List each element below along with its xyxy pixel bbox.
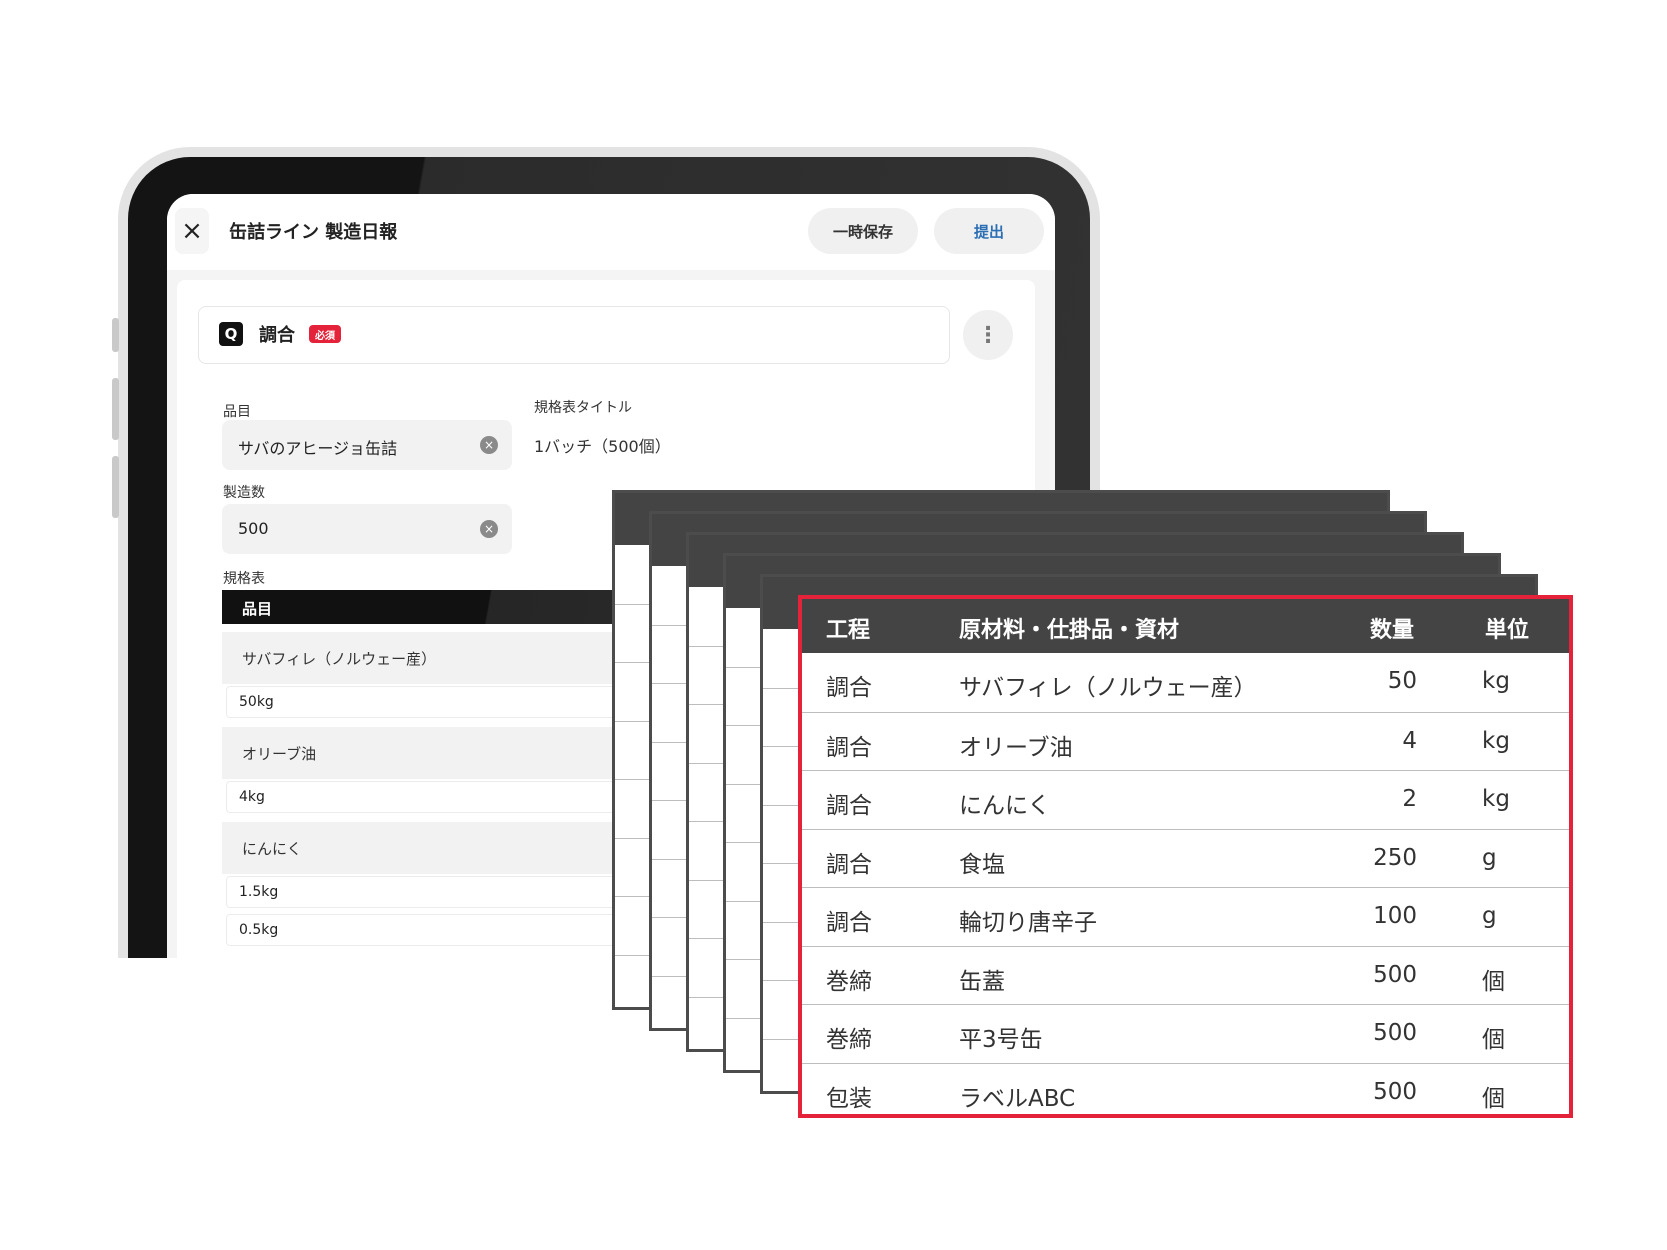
cell-unit: 個 [1482,1027,1505,1053]
spec-column-label: 品目 [242,600,273,618]
cell-unit: kg [1482,786,1510,812]
table-row: 調合 にんにく 2 kg [802,770,1569,829]
close-icon[interactable]: × [175,208,209,254]
cell-material: 平3号缶 [959,1027,1043,1053]
table-row: 包装 ラベルABC 500 個 [802,1062,1569,1122]
spec-item-name: オリーブ油 [242,745,317,763]
cell-qty: 500 [1373,1078,1417,1105]
cell-material: ラベルABC [959,1085,1076,1112]
cell-step: 包装 [826,1085,872,1112]
page-title: 缶詰ライン 製造日報 [229,222,398,243]
clear-icon[interactable]: × [480,520,498,538]
cell-qty: 500 [1373,961,1417,988]
quantity-field[interactable]: 500 × [222,504,512,554]
table-row: 調合 食塩 250 g [802,828,1569,888]
cell-unit: g [1482,844,1497,871]
cell-qty: 500 [1373,1020,1417,1046]
cell-material: にんにく [959,793,1051,819]
tablet-side-button [112,378,119,440]
cell-qty: 100 [1373,903,1417,929]
item-label: 品目 [223,404,251,420]
item-value: サバのアヒージョ缶詰 [238,439,398,458]
cell-material: 輪切り唐辛子 [959,910,1097,936]
table-row: 調合 輪切り唐辛子 100 g [802,887,1569,946]
spec-title-label: 規格表タイトル [534,400,632,416]
question-type-icon: Q [219,322,243,346]
required-badge: 必須 [309,325,341,343]
save-draft-button[interactable]: 一時保存 [808,208,918,254]
clear-icon[interactable]: × [480,436,498,454]
item-field[interactable]: サバのアヒージョ缶詰 × [222,420,512,470]
table-row: 巻締 缶蓋 500 個 [802,945,1569,1005]
cell-step: 調合 [826,851,872,878]
cell-step: 調合 [826,910,872,936]
cell-material: 食塩 [959,851,1005,878]
cell-material: サバフィレ（ノルウェー産） [959,675,1257,701]
table-row: 巻締 平3号缶 500 個 [802,1004,1569,1063]
cell-step: 調合 [826,675,872,701]
section-title: 調合 [259,325,295,346]
table-header: 工程 原材料・仕掛品・資材 数量 単位 [802,599,1569,653]
cell-unit: kg [1482,668,1510,694]
cell-unit: 個 [1482,968,1505,995]
cell-unit: 個 [1482,1085,1505,1112]
spec-item-qty-value: 0.5kg [239,922,279,938]
cell-qty: 50 [1387,668,1417,694]
cell-material: オリーブ油 [959,734,1073,761]
cell-step: 巻締 [826,1027,872,1053]
app-header: × 缶詰ライン 製造日報 一時保存 提出 [167,194,1055,270]
more-options-icon[interactable]: ⋮ [963,310,1013,360]
spec-table-label: 規格表 [223,571,265,587]
material-table: 工程 原材料・仕掛品・資材 数量 単位 調合 サバフィレ（ノルウェー産） 50 kg 調… [798,595,1573,1118]
cell-unit: g [1482,903,1497,929]
spec-title-value: 1バッチ（500個） [534,437,671,456]
spec-item-name: サバフィレ（ノルウェー産） [242,650,437,668]
header-material: 原材料・仕掛品・資材 [959,618,1180,643]
table-row: 調合 サバフィレ（ノルウェー産） 50 kg [802,653,1569,712]
quantity-value: 500 [238,519,269,538]
tablet-side-button [112,318,119,352]
spec-item-name: にんにく [242,840,302,858]
table-row: 調合 オリーブ油 4 kg [802,711,1569,771]
cell-qty: 2 [1402,786,1417,812]
cell-material: 缶蓋 [959,968,1005,995]
spec-item-qty-value: 1.5kg [239,884,279,900]
tablet-side-button [112,456,119,518]
quantity-label: 製造数 [223,485,265,501]
cell-step: 調合 [826,734,872,761]
cell-step: 巻締 [826,968,872,995]
spec-item-qty-value: 50kg [239,694,274,710]
spec-item-qty-value: 4kg [239,789,265,805]
header-step: 工程 [826,618,871,643]
header-qty: 数量 [1370,618,1415,643]
submit-button[interactable]: 提出 [934,208,1044,254]
cell-qty: 250 [1373,844,1417,871]
cell-qty: 4 [1402,727,1417,754]
cell-step: 調合 [826,793,872,819]
cell-unit: kg [1482,727,1510,754]
header-unit: 単位 [1485,618,1530,643]
